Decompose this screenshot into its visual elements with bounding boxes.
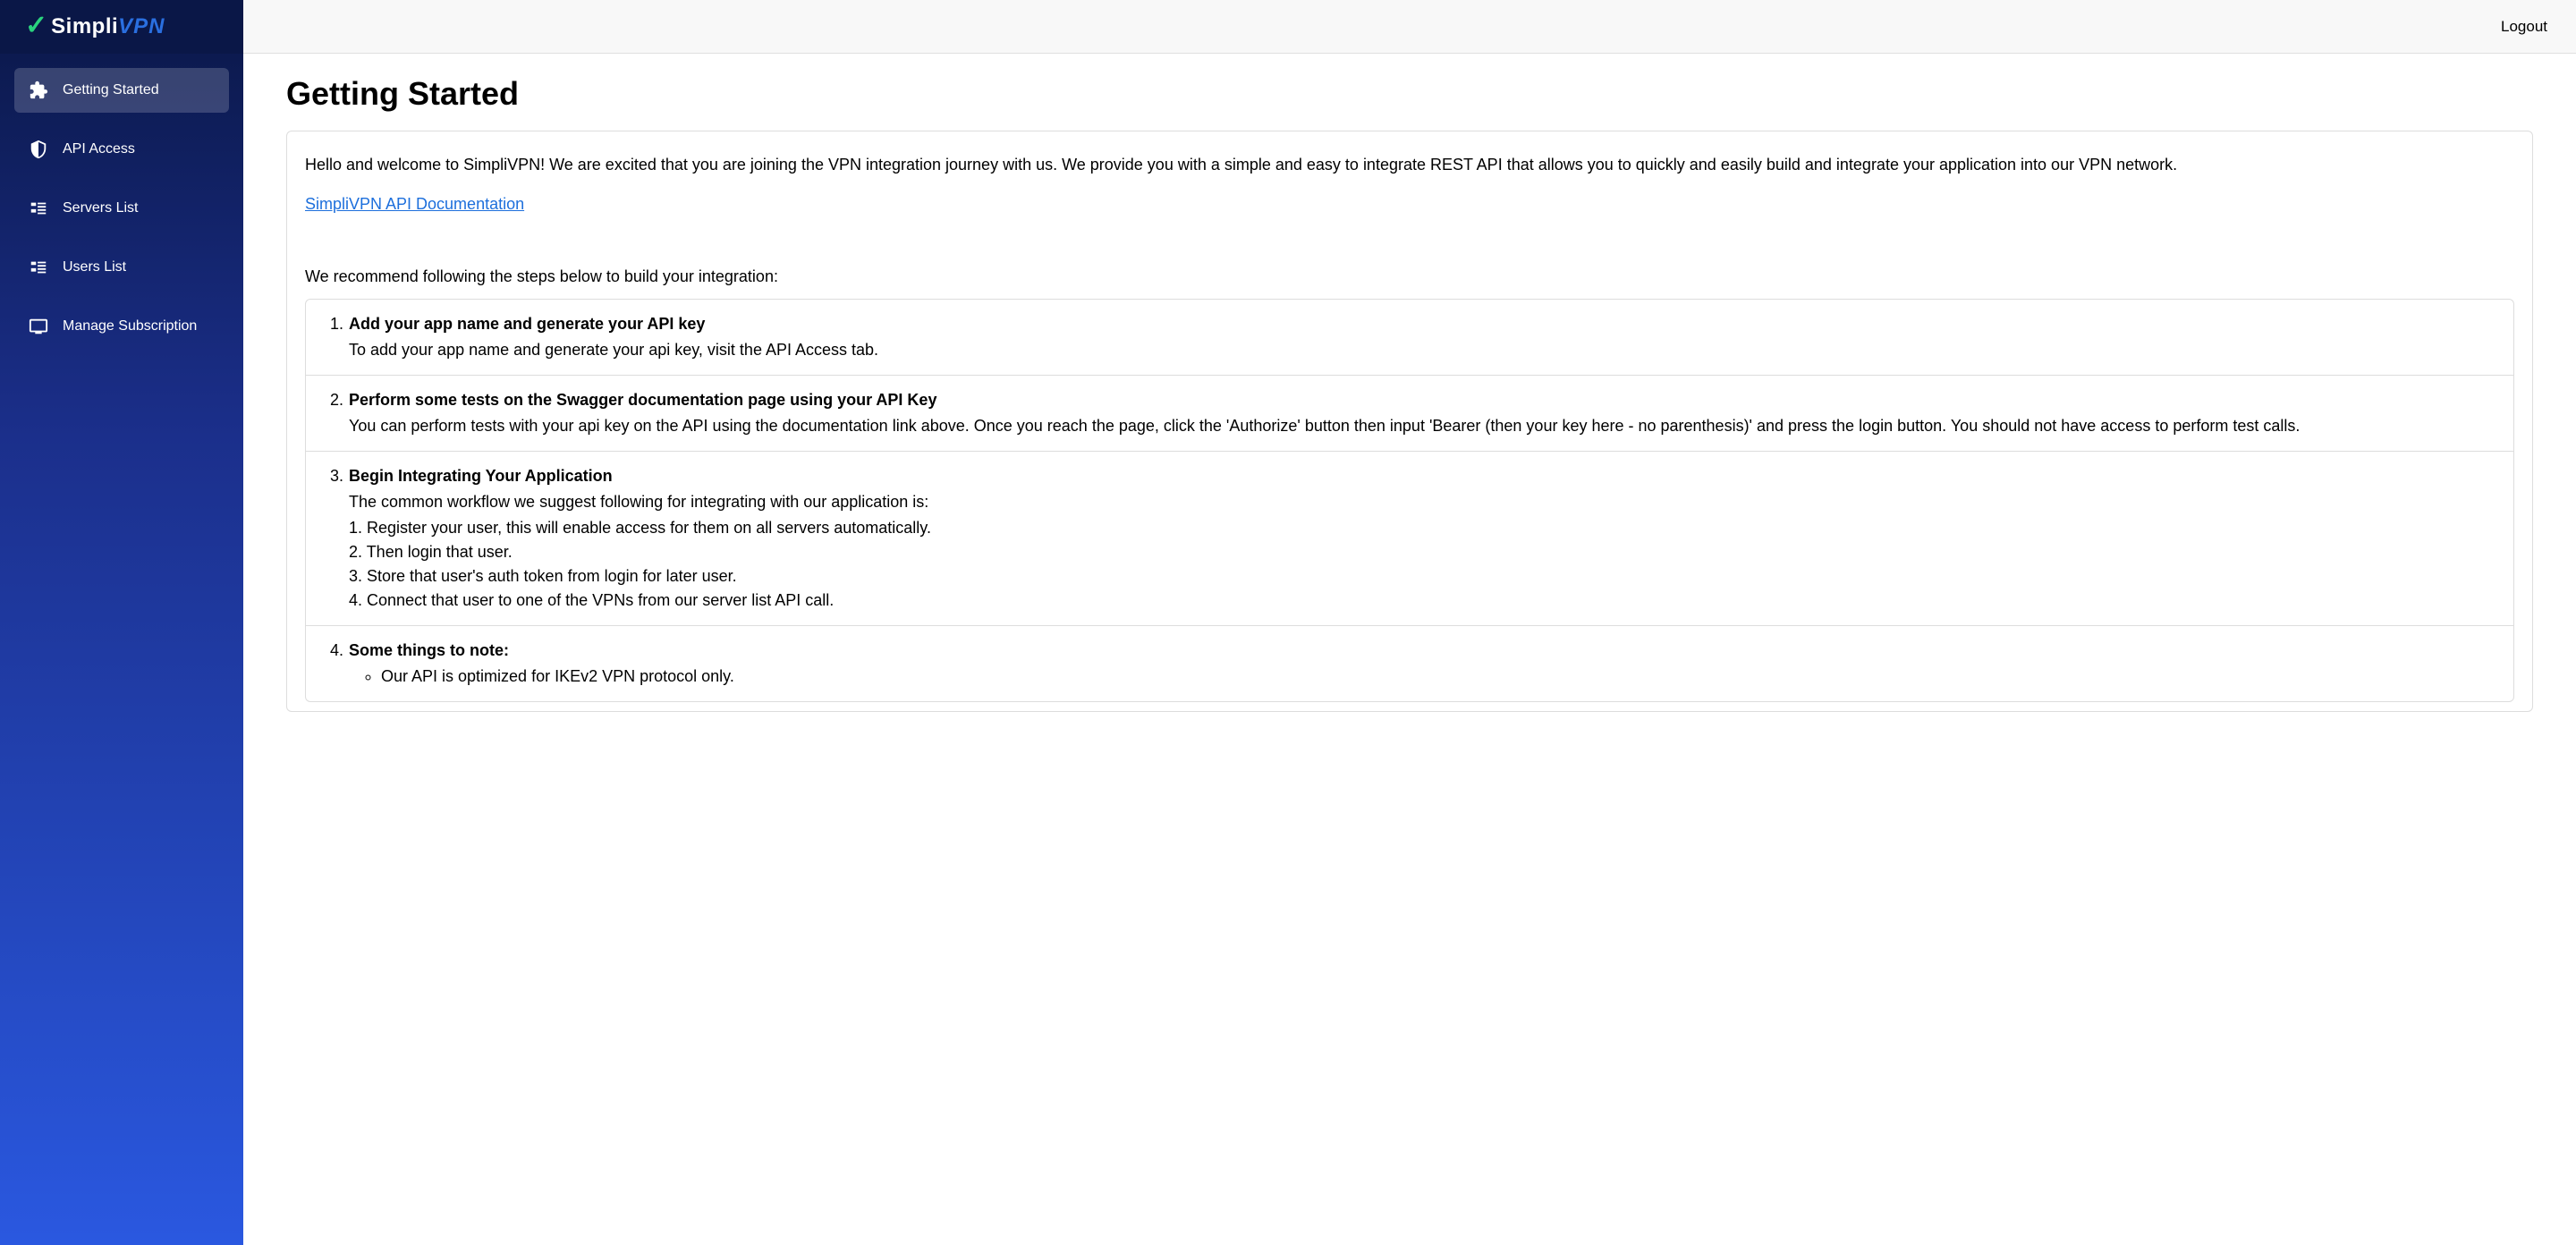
page-title: Getting Started bbox=[286, 75, 2533, 113]
topbar: Logout bbox=[243, 0, 2576, 54]
list-icon bbox=[29, 258, 48, 277]
sidebar-item-label: API Access bbox=[63, 141, 135, 157]
brand-name-secondary: VPN bbox=[118, 14, 165, 38]
step-number: 3. bbox=[324, 464, 349, 613]
intro-text: Hello and welcome to SimpliVPN! We are e… bbox=[305, 153, 2514, 177]
substep: 1. Register your user, this will enable … bbox=[349, 516, 2496, 540]
list-icon bbox=[29, 199, 48, 218]
step-number: 2. bbox=[324, 388, 349, 438]
main-content: Getting Started Hello and welcome to Sim… bbox=[243, 54, 2576, 733]
sidebar-item-getting-started[interactable]: Getting Started bbox=[14, 68, 229, 113]
step-item: 4. Some things to note: Our API is optim… bbox=[306, 626, 2513, 701]
step-title: Some things to note: bbox=[349, 639, 2496, 663]
step-item: 2. Perform some tests on the Swagger doc… bbox=[306, 376, 2513, 452]
brand-logo[interactable]: ✓ SimpliVPN bbox=[0, 0, 243, 54]
sidebar-item-label: Getting Started bbox=[63, 82, 159, 98]
step-item: 1. Add your app name and generate your A… bbox=[306, 300, 2513, 376]
sidebar-nav: Getting Started API Access Servers List … bbox=[0, 54, 243, 377]
step-description: The common workflow we suggest following… bbox=[349, 490, 2496, 514]
substep: 2. Then login that user. bbox=[349, 540, 2496, 564]
sidebar-item-label: Manage Subscription bbox=[63, 318, 197, 335]
step-number: 1. bbox=[324, 312, 349, 362]
brand-name-primary: Simpli bbox=[51, 14, 118, 38]
step-title: Perform some tests on the Swagger docume… bbox=[349, 388, 2496, 412]
step-title: Begin Integrating Your Application bbox=[349, 464, 2496, 488]
steps-list: 1. Add your app name and generate your A… bbox=[305, 299, 2514, 702]
content-card: Hello and welcome to SimpliVPN! We are e… bbox=[286, 131, 2533, 712]
checkmark-icon: ✓ bbox=[25, 10, 47, 41]
step-number: 4. bbox=[324, 639, 349, 689]
shield-icon bbox=[29, 140, 48, 159]
sidebar-item-users-list[interactable]: Users List bbox=[14, 245, 229, 290]
step-description: You can perform tests with your api key … bbox=[349, 414, 2496, 438]
puzzle-icon bbox=[29, 80, 48, 100]
recommend-text: We recommend following the steps below t… bbox=[305, 267, 2514, 286]
sidebar-item-label: Users List bbox=[63, 259, 126, 275]
sidebar-item-label: Servers List bbox=[63, 200, 138, 216]
step-item: 3. Begin Integrating Your Application Th… bbox=[306, 452, 2513, 626]
api-documentation-link[interactable]: SimpliVPN API Documentation bbox=[305, 195, 524, 214]
monitor-icon bbox=[29, 317, 48, 336]
step-description: To add your app name and generate your a… bbox=[349, 338, 2496, 362]
sidebar-item-servers-list[interactable]: Servers List bbox=[14, 186, 229, 231]
substep: 4. Connect that user to one of the VPNs … bbox=[349, 589, 2496, 613]
sidebar: ✓ SimpliVPN Getting Started API Access bbox=[0, 0, 243, 1245]
sidebar-item-api-access[interactable]: API Access bbox=[14, 127, 229, 172]
substep: 3. Store that user's auth token from log… bbox=[349, 564, 2496, 589]
logout-link[interactable]: Logout bbox=[2501, 18, 2547, 36]
step-title: Add your app name and generate your API … bbox=[349, 312, 2496, 336]
note-bullet: Our API is optimized for IKEv2 VPN proto… bbox=[381, 665, 2496, 689]
sidebar-item-manage-subscription[interactable]: Manage Subscription bbox=[14, 304, 229, 349]
